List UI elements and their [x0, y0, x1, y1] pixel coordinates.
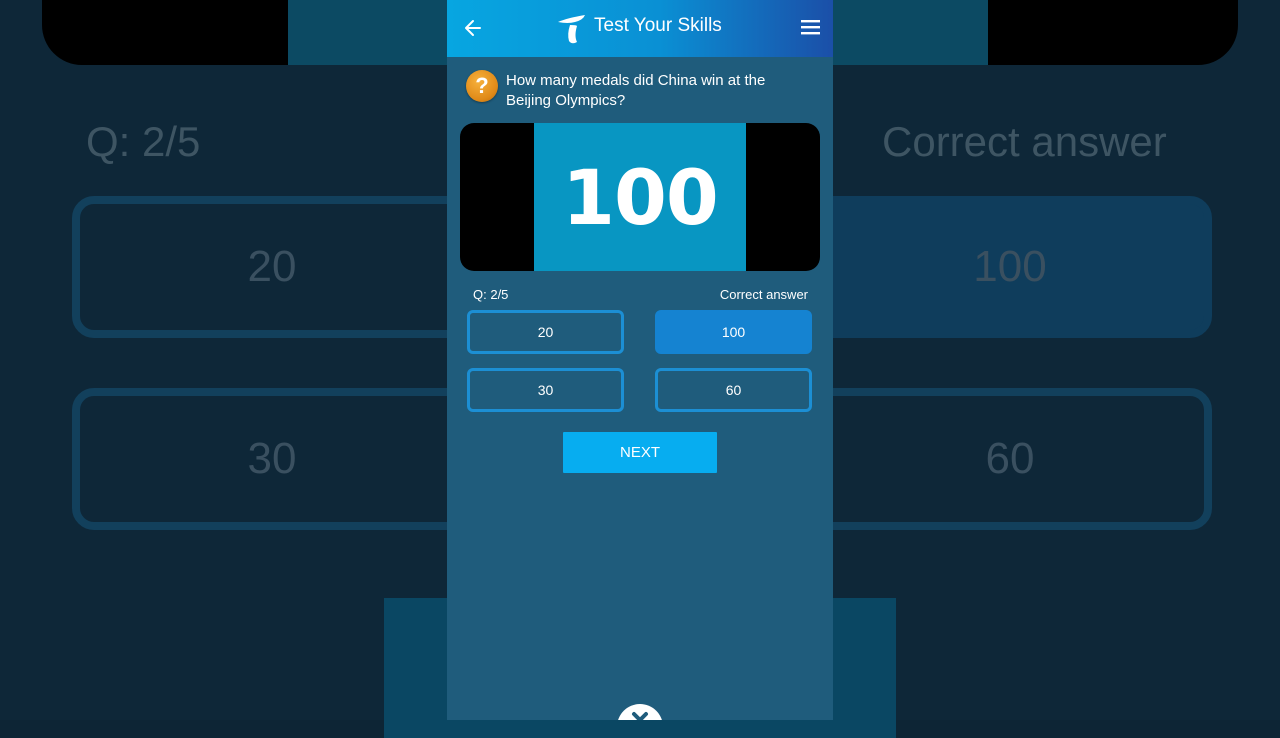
- close-icon: [632, 712, 648, 720]
- background-question-counter: Q: 2/5: [86, 118, 201, 165]
- question-mark-icon: ?: [466, 70, 498, 102]
- next-button[interactable]: NEXT: [563, 432, 717, 473]
- answer-option[interactable]: 20: [467, 310, 624, 354]
- telenor-logo-icon: [555, 12, 589, 46]
- answer-option[interactable]: 30: [467, 368, 624, 412]
- answer-status: Correct answer: [719, 287, 808, 302]
- answer-option-correct[interactable]: 100: [655, 310, 812, 354]
- app-title: Test Your Skills: [594, 15, 722, 36]
- media-panel: 100: [534, 123, 746, 271]
- phone-screen: Test Your Skills ? How many medals did C…: [447, 0, 833, 720]
- question-media: 100: [460, 123, 820, 271]
- app-header: Test Your Skills: [447, 0, 833, 57]
- question-counter: Q: 2/5: [473, 287, 509, 302]
- hamburger-menu-icon[interactable]: [801, 19, 820, 36]
- background-status: Correct answer: [882, 118, 1167, 165]
- back-arrow-icon[interactable]: [463, 17, 483, 39]
- background-option: 20: [72, 196, 472, 338]
- media-number: 100: [562, 152, 719, 242]
- background-option: 100: [808, 196, 1212, 338]
- background-block: [988, 0, 1238, 65]
- background-option: 30: [72, 388, 472, 530]
- answer-option[interactable]: 60: [655, 368, 812, 412]
- background-option: 60: [808, 388, 1212, 530]
- question-text: How many medals did China win at the Bei…: [506, 72, 766, 109]
- close-button[interactable]: [617, 704, 663, 720]
- background-block: [42, 0, 292, 65]
